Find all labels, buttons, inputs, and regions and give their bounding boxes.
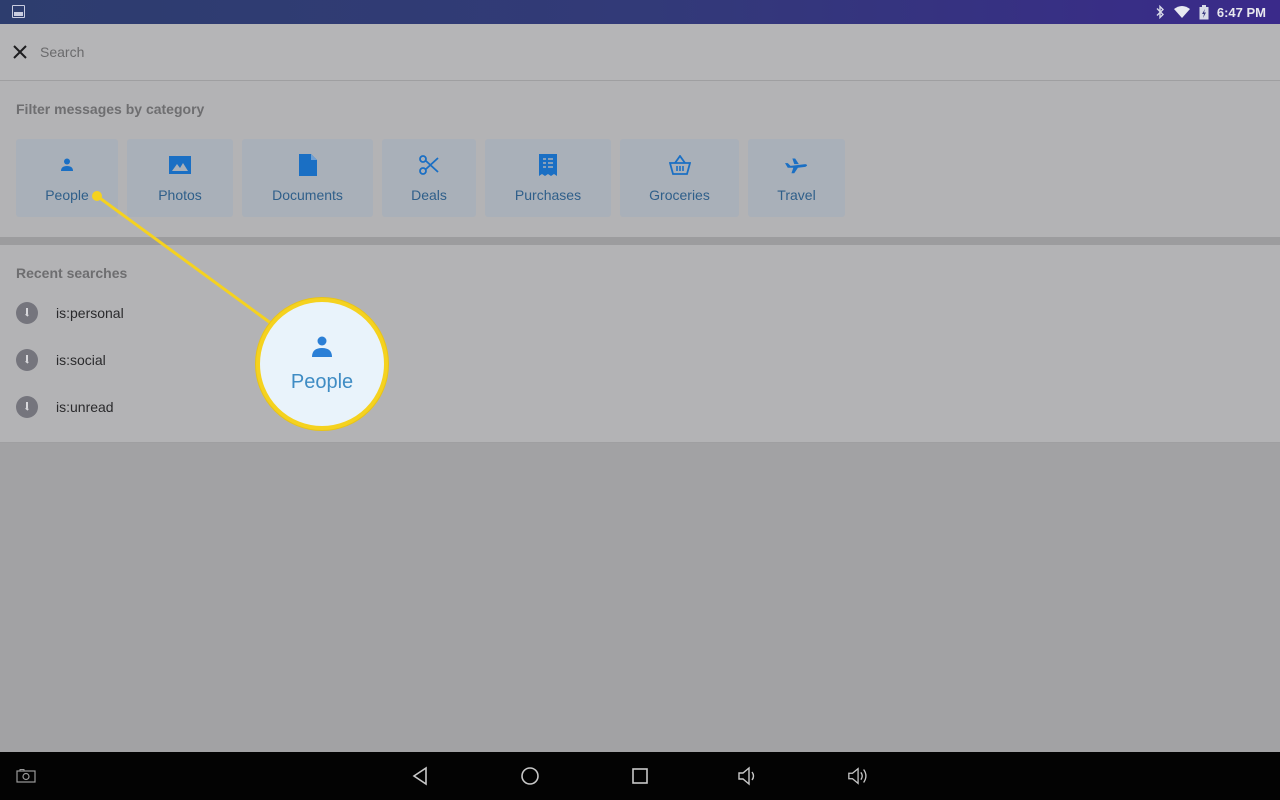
- receipt-icon: [536, 153, 560, 177]
- clock-icon: [16, 349, 38, 371]
- close-icon: [13, 45, 27, 59]
- home-button[interactable]: [518, 764, 542, 788]
- recent-search-label: is:social: [56, 352, 106, 368]
- wifi-icon: [1173, 6, 1190, 18]
- airplane-icon: [784, 153, 809, 177]
- recent-search-item[interactable]: is:social: [16, 348, 106, 372]
- close-search-button[interactable]: [10, 42, 30, 62]
- recent-search-item[interactable]: is:personal: [16, 301, 124, 325]
- category-row: People Photos Documents Deals Purchases: [16, 139, 845, 217]
- chip-label: People: [45, 187, 89, 203]
- recent-search-label: is:unread: [56, 399, 114, 415]
- category-groceries[interactable]: Groceries: [620, 139, 739, 217]
- image-notification-icon: [12, 5, 25, 18]
- category-travel[interactable]: Travel: [748, 139, 845, 217]
- bluetooth-icon: [1156, 5, 1164, 19]
- recent-search-label: is:personal: [56, 305, 124, 321]
- basket-icon: [668, 153, 692, 177]
- category-purchases[interactable]: Purchases: [485, 139, 611, 217]
- screenshot-button[interactable]: [14, 764, 38, 788]
- recent-searches-section: Recent searches is:personal is:social is…: [0, 245, 1280, 443]
- category-documents[interactable]: Documents: [242, 139, 373, 217]
- category-people[interactable]: People: [16, 139, 118, 217]
- person-icon: [312, 336, 332, 357]
- filter-section: Filter messages by category People Photo…: [0, 81, 1280, 237]
- photo-icon: [168, 153, 192, 177]
- callout-label: People: [290, 370, 354, 393]
- empty-content-area: [0, 444, 1280, 752]
- status-bar: 6:47 PM: [0, 0, 1280, 24]
- section-divider: [0, 237, 1280, 245]
- recent-searches-title: Recent searches: [16, 265, 128, 281]
- chip-label: Deals: [411, 187, 447, 203]
- callout-magnifier: People: [256, 298, 388, 430]
- person-icon: [55, 153, 79, 177]
- clock-icon: [16, 302, 38, 324]
- volume-down-icon: [738, 766, 755, 786]
- recents-icon: [632, 768, 648, 784]
- screenshot-icon: [16, 769, 36, 783]
- home-icon: [521, 767, 539, 785]
- document-icon: [296, 153, 320, 177]
- volume-up-icon: [848, 767, 867, 785]
- search-input[interactable]: [40, 38, 1240, 66]
- recents-button[interactable]: [628, 764, 652, 788]
- category-photos[interactable]: Photos: [127, 139, 233, 217]
- clock-icon: [16, 396, 38, 418]
- chip-label: Documents: [272, 187, 343, 203]
- filter-section-title: Filter messages by category: [16, 101, 205, 117]
- scissors-icon: [417, 153, 441, 177]
- back-button[interactable]: [408, 764, 432, 788]
- status-right: 6:47 PM: [1155, 0, 1266, 24]
- back-icon: [412, 766, 427, 786]
- search-header: [0, 24, 1280, 81]
- chip-label: Photos: [158, 187, 202, 203]
- chip-label: Travel: [777, 187, 816, 203]
- volume-down-button[interactable]: [737, 764, 761, 788]
- navigation-bar: [0, 752, 1280, 800]
- clock-time: 6:47 PM: [1216, 4, 1266, 20]
- chip-label: Purchases: [514, 187, 582, 203]
- recent-search-item[interactable]: is:unread: [16, 395, 114, 419]
- volume-up-button[interactable]: [847, 764, 871, 788]
- battery-charging-icon: [1199, 4, 1209, 19]
- category-deals[interactable]: Deals: [382, 139, 476, 217]
- chip-label: Groceries: [649, 187, 710, 203]
